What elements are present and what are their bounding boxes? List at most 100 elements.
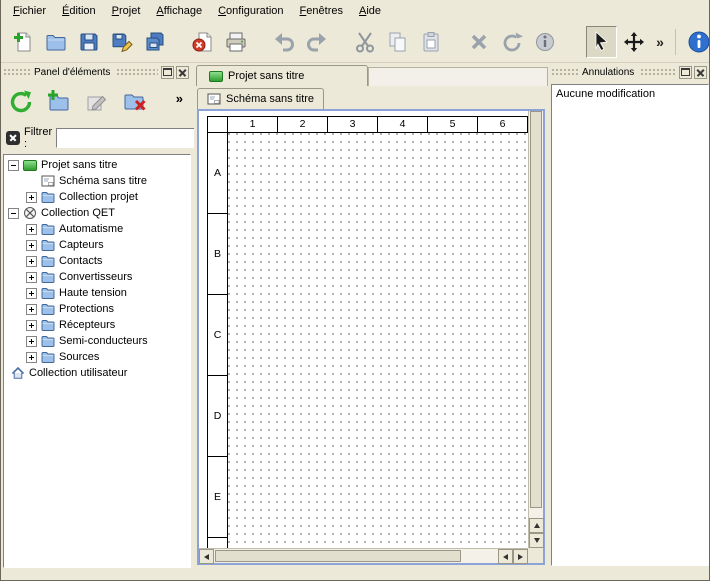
menu-affichage[interactable]: Affichage	[148, 3, 210, 19]
tree-item-collection-qet[interactable]: Collection QET	[4, 205, 190, 221]
print-button[interactable]	[221, 26, 252, 58]
horizontal-scroll-thumb[interactable]	[215, 550, 461, 562]
vertical-scrollbar[interactable]	[528, 111, 543, 548]
menu-projet[interactable]: Projet	[104, 3, 149, 19]
tree-item-protections[interactable]: Protections	[4, 301, 190, 317]
cut-button[interactable]	[350, 26, 381, 58]
float-panel-button[interactable]	[161, 66, 174, 79]
undo-history-list[interactable]: Aucune modification	[551, 84, 709, 566]
diagram-viewport[interactable]: 1 2 3 4 5 6 A B C D E	[199, 111, 528, 548]
tree-item-haute-tension[interactable]: Haute tension	[4, 285, 190, 301]
scroll-left-button-2[interactable]	[498, 549, 513, 564]
expand-icon[interactable]	[26, 272, 37, 283]
move-tool-button[interactable]	[619, 26, 650, 58]
dock-grip[interactable]	[551, 68, 579, 77]
tab-schema-sans-titre[interactable]: Schéma sans titre	[197, 88, 324, 109]
tree-item-schema-sans-titre[interactable]: Schéma sans titre	[4, 173, 190, 189]
elements-panel-header[interactable]: Panel d'éléments	[3, 64, 191, 80]
diagram-grid[interactable]	[228, 133, 528, 548]
panel-overflow-button[interactable]: »	[170, 90, 189, 107]
horizontal-scrollbar[interactable]	[199, 548, 528, 563]
tree-item-recepteurs[interactable]: Récepteurs	[4, 317, 190, 333]
save-icon	[77, 30, 101, 54]
tree-item-contacts[interactable]: Contacts	[4, 253, 190, 269]
delete-button[interactable]	[464, 26, 495, 58]
open-project-button[interactable]	[41, 26, 72, 58]
save-as-button[interactable]	[107, 26, 138, 58]
delete-element-button[interactable]	[119, 86, 151, 118]
copy-icon	[386, 30, 410, 54]
row-ruler: A B C D E	[208, 133, 228, 548]
save-button[interactable]	[74, 26, 105, 58]
rotate-button[interactable]	[497, 26, 528, 58]
undo-panel-header[interactable]: Annulations	[551, 64, 709, 80]
tree-item-convertisseurs[interactable]: Convertisseurs	[4, 269, 190, 285]
folder-icon	[41, 335, 55, 347]
dock-grip[interactable]	[640, 68, 676, 77]
about-button[interactable]	[683, 26, 710, 58]
filter-input[interactable]	[56, 128, 206, 148]
row-label: D	[208, 376, 228, 457]
save-as-icon	[110, 30, 134, 54]
dock-grip[interactable]	[3, 68, 31, 77]
menu-edition[interactable]: Édition	[54, 3, 104, 19]
diagram-sheet[interactable]: 1 2 3 4 5 6 A B C D E	[207, 116, 528, 548]
expand-icon[interactable]	[26, 352, 37, 363]
float-panel-button[interactable]	[679, 66, 692, 79]
close-icon	[696, 68, 705, 77]
expand-icon[interactable]	[26, 256, 37, 267]
scroll-right-button[interactable]	[513, 549, 528, 564]
vertical-scroll-track[interactable]	[529, 111, 543, 518]
menu-aide[interactable]: Aide	[351, 3, 389, 19]
tree-item-projet-sans-titre[interactable]: Projet sans titre	[4, 157, 190, 173]
scroll-up-button[interactable]	[529, 518, 544, 533]
collapse-icon[interactable]	[8, 160, 19, 171]
tab-projet-sans-titre[interactable]: Projet sans titre	[196, 65, 368, 86]
copy-button[interactable]	[383, 26, 414, 58]
expand-icon[interactable]	[26, 224, 37, 235]
save-all-button[interactable]	[140, 26, 171, 58]
undo-button[interactable]	[269, 26, 300, 58]
close-panel-button[interactable]	[176, 66, 189, 79]
tree-item-capteurs[interactable]: Capteurs	[4, 237, 190, 253]
redo-button[interactable]	[302, 26, 333, 58]
expand-icon[interactable]	[26, 320, 37, 331]
scroll-left-button[interactable]	[199, 549, 214, 564]
tree-item-automatisme[interactable]: Automatisme	[4, 221, 190, 237]
info-button[interactable]	[530, 26, 561, 58]
expand-icon[interactable]	[26, 192, 37, 203]
menu-fichier[interactable]: Fichier	[5, 3, 54, 19]
expand-icon[interactable]	[26, 288, 37, 299]
edit-element-button[interactable]	[81, 86, 113, 118]
select-tool-button[interactable]	[586, 26, 617, 58]
expand-icon[interactable]	[26, 240, 37, 251]
tree-item-collection-utilisateur[interactable]: Collection utilisateur	[4, 365, 190, 381]
cut-icon	[353, 30, 377, 54]
paste-button[interactable]	[416, 26, 447, 58]
reload-collections-button[interactable]	[5, 86, 37, 118]
menu-configuration[interactable]: Configuration	[210, 3, 291, 19]
tree-item-sources[interactable]: Sources	[4, 349, 190, 365]
close-file-icon	[191, 30, 215, 54]
tree-item-semi-conducteurs[interactable]: Semi-conducteurs	[4, 333, 190, 349]
new-document-button[interactable]	[8, 26, 39, 58]
expand-icon[interactable]	[26, 304, 37, 315]
folder-icon	[41, 271, 55, 283]
new-element-button[interactable]	[43, 86, 75, 118]
close-panel-button[interactable]	[694, 66, 707, 79]
tree-item-collection-projet[interactable]: Collection projet	[4, 189, 190, 205]
delete-icon	[467, 30, 491, 54]
horizontal-scroll-track[interactable]	[214, 549, 498, 563]
toolbar-overflow-button[interactable]: »	[652, 26, 668, 58]
dock-grip[interactable]	[116, 68, 158, 77]
new-element-icon	[46, 89, 72, 115]
project-tabbar: Projet sans titre	[194, 64, 548, 87]
expand-icon[interactable]	[26, 336, 37, 347]
collections-tree: Projet sans titre Schéma sans titre Coll…	[3, 154, 191, 568]
close-file-button[interactable]	[188, 26, 219, 58]
menu-fenetres[interactable]: Fenêtres	[292, 3, 351, 19]
vertical-scroll-thumb[interactable]	[530, 111, 542, 508]
collapse-icon[interactable]	[8, 208, 19, 219]
clear-filter-button[interactable]	[6, 129, 20, 147]
scroll-down-button[interactable]	[529, 533, 544, 548]
